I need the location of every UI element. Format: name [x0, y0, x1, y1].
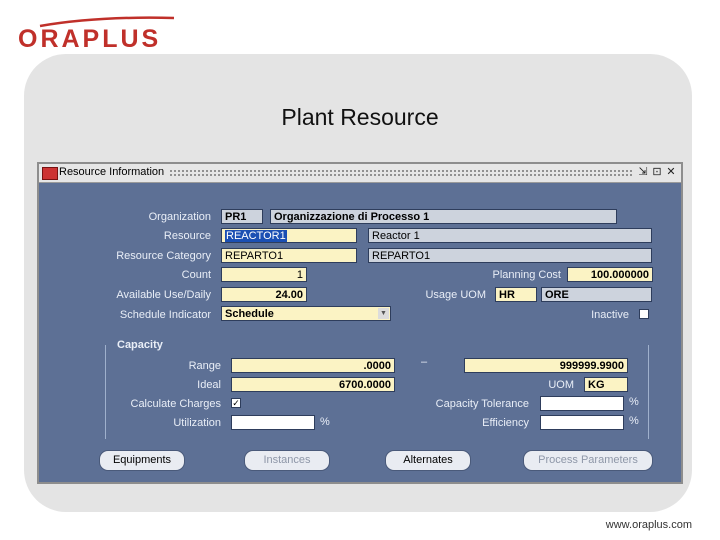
slide-title: Plant Resource	[281, 104, 439, 130]
resource-description-field[interactable]: Reactor 1	[368, 228, 652, 243]
resource-category-field[interactable]: REPARTO1	[221, 248, 357, 263]
resource-information-window: Resource Information ⇲ ⊡ ✕ Organization …	[37, 162, 683, 484]
available-use-daily-field[interactable]: 24.00	[221, 287, 307, 302]
schedule-indicator-value: Schedule	[225, 308, 274, 320]
efficiency-field[interactable]	[540, 415, 624, 430]
capacity-uom-label: UOM	[548, 379, 574, 391]
utilization-label: Utilization	[173, 417, 221, 429]
chevron-down-icon[interactable]: ▼	[378, 308, 389, 319]
efficiency-label: Efficiency	[482, 417, 529, 429]
planning-cost-field[interactable]: 100.000000	[567, 267, 653, 282]
organization-label: Organization	[148, 211, 211, 223]
instances-button[interactable]: Instances	[244, 450, 330, 471]
capacity-section-title: Capacity	[117, 339, 163, 351]
resource-category-label: Resource Category	[116, 250, 211, 262]
utilization-percent: %	[320, 416, 330, 428]
ideal-label: Ideal	[197, 379, 221, 391]
resource-label: Resource	[163, 230, 211, 242]
ideal-field[interactable]: 6700.0000	[231, 377, 395, 392]
maximize-icon[interactable]: ⊡	[651, 166, 663, 179]
range-min-field[interactable]: .0000	[231, 358, 395, 373]
equipments-button[interactable]: Equipments	[99, 450, 185, 471]
planning-cost-label: Planning Cost	[492, 269, 562, 281]
titlebar-grip	[169, 169, 633, 176]
resource-category-description-field[interactable]: REPARTO1	[368, 248, 652, 263]
count-label: Count	[181, 269, 211, 281]
usage-uom-label: Usage UOM	[425, 289, 486, 301]
count-field[interactable]: 1	[221, 267, 307, 282]
capacity-tolerance-label: Capacity Tolerance	[435, 398, 529, 410]
resource-code-value: REACTOR1	[225, 230, 287, 242]
available-use-daily-label: Available Use/Daily	[116, 289, 211, 301]
calculate-charges-label: Calculate Charges	[130, 398, 222, 410]
window-titlebar[interactable]: Resource Information ⇲ ⊡ ✕	[39, 164, 681, 183]
resource-code-field[interactable]: REACTOR1	[221, 228, 357, 243]
minimize-icon[interactable]: ⇲	[637, 166, 649, 179]
window-title: Resource Information	[59, 166, 169, 178]
capacity-tolerance-field[interactable]	[540, 396, 624, 411]
oraplus-logo: ORAPLUS	[18, 14, 188, 53]
schedule-indicator-label: Schedule Indicator	[119, 309, 211, 321]
capacity-frame-right	[648, 345, 649, 439]
oracle-app-icon	[42, 167, 58, 180]
capacity-tolerance-percent: %	[629, 396, 639, 408]
range-label: Range	[188, 360, 221, 372]
logo-text: ORAPLUS	[18, 25, 162, 53]
usage-uom-description-field[interactable]: ORE	[541, 287, 652, 302]
organization-name-field[interactable]: Organizzazione di Processo 1	[270, 209, 617, 224]
capacity-frame-left	[105, 345, 106, 439]
capacity-uom-field[interactable]: KG	[584, 377, 628, 392]
organization-code-field[interactable]: PR1	[221, 209, 263, 224]
inactive-checkbox[interactable]	[639, 309, 649, 319]
range-max-field[interactable]: 999999.9900	[464, 358, 628, 373]
utilization-field[interactable]	[231, 415, 315, 430]
footer-url: www.oraplus.com	[605, 519, 692, 531]
close-icon[interactable]: ✕	[665, 166, 677, 179]
process-parameters-button[interactable]: Process Parameters	[523, 450, 653, 471]
calculate-charges-checkbox[interactable]: ✓	[231, 398, 241, 408]
efficiency-percent: %	[629, 415, 639, 427]
schedule-indicator-select[interactable]: Schedule ▼	[221, 306, 391, 321]
inactive-label: Inactive	[591, 309, 629, 321]
usage-uom-code-field[interactable]: HR	[495, 287, 537, 302]
alternates-button[interactable]: Alternates	[385, 450, 471, 471]
range-dash: –	[421, 356, 428, 368]
